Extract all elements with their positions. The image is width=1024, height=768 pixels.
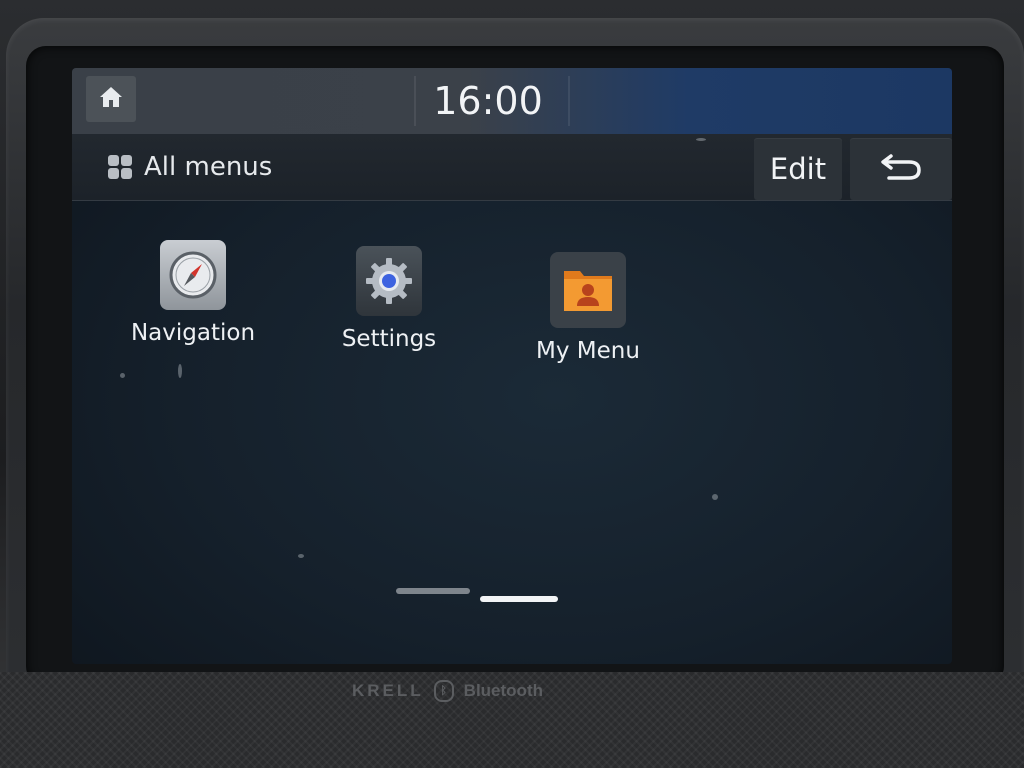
compass-icon [160, 240, 226, 310]
folder-user-icon [550, 252, 626, 328]
back-button[interactable] [850, 138, 952, 200]
hardware-branding: KRELL ᛒ Bluetooth [352, 680, 543, 702]
clock: 16:00 [433, 79, 543, 123]
app-label: Settings [341, 326, 437, 352]
gear-icon [356, 246, 422, 316]
page-title-label: All menus [144, 152, 273, 182]
bluetooth-icon: ᛒ [433, 680, 454, 702]
bluetooth-label: Bluetooth [463, 681, 543, 700]
page-title: All menus [108, 148, 272, 186]
app-label: My Menu [536, 338, 640, 364]
dust-speck [712, 494, 718, 500]
app-label: Navigation [130, 320, 256, 346]
back-arrow-icon [879, 152, 923, 186]
app-navigation[interactable]: Navigation [122, 240, 264, 346]
brand-logo: KRELL [352, 681, 424, 700]
app-settings[interactable]: Settings [324, 246, 454, 352]
infotainment-screen: 16:00 All menus Edit Navigation Settings… [72, 68, 952, 664]
dust-speck [178, 364, 182, 378]
status-bar: 16:00 [72, 68, 952, 134]
dust-speck [298, 554, 304, 558]
app-my-menu[interactable]: My Menu [518, 252, 658, 364]
home-icon [98, 85, 124, 113]
page-indicator-2-active[interactable] [480, 596, 558, 602]
status-divider [568, 76, 570, 126]
dust-speck [120, 373, 125, 378]
dust-speck [696, 138, 706, 141]
page-indicator-1[interactable] [396, 588, 470, 594]
grid-icon [108, 155, 132, 179]
home-button[interactable] [86, 76, 136, 122]
edit-button[interactable]: Edit [754, 138, 842, 200]
